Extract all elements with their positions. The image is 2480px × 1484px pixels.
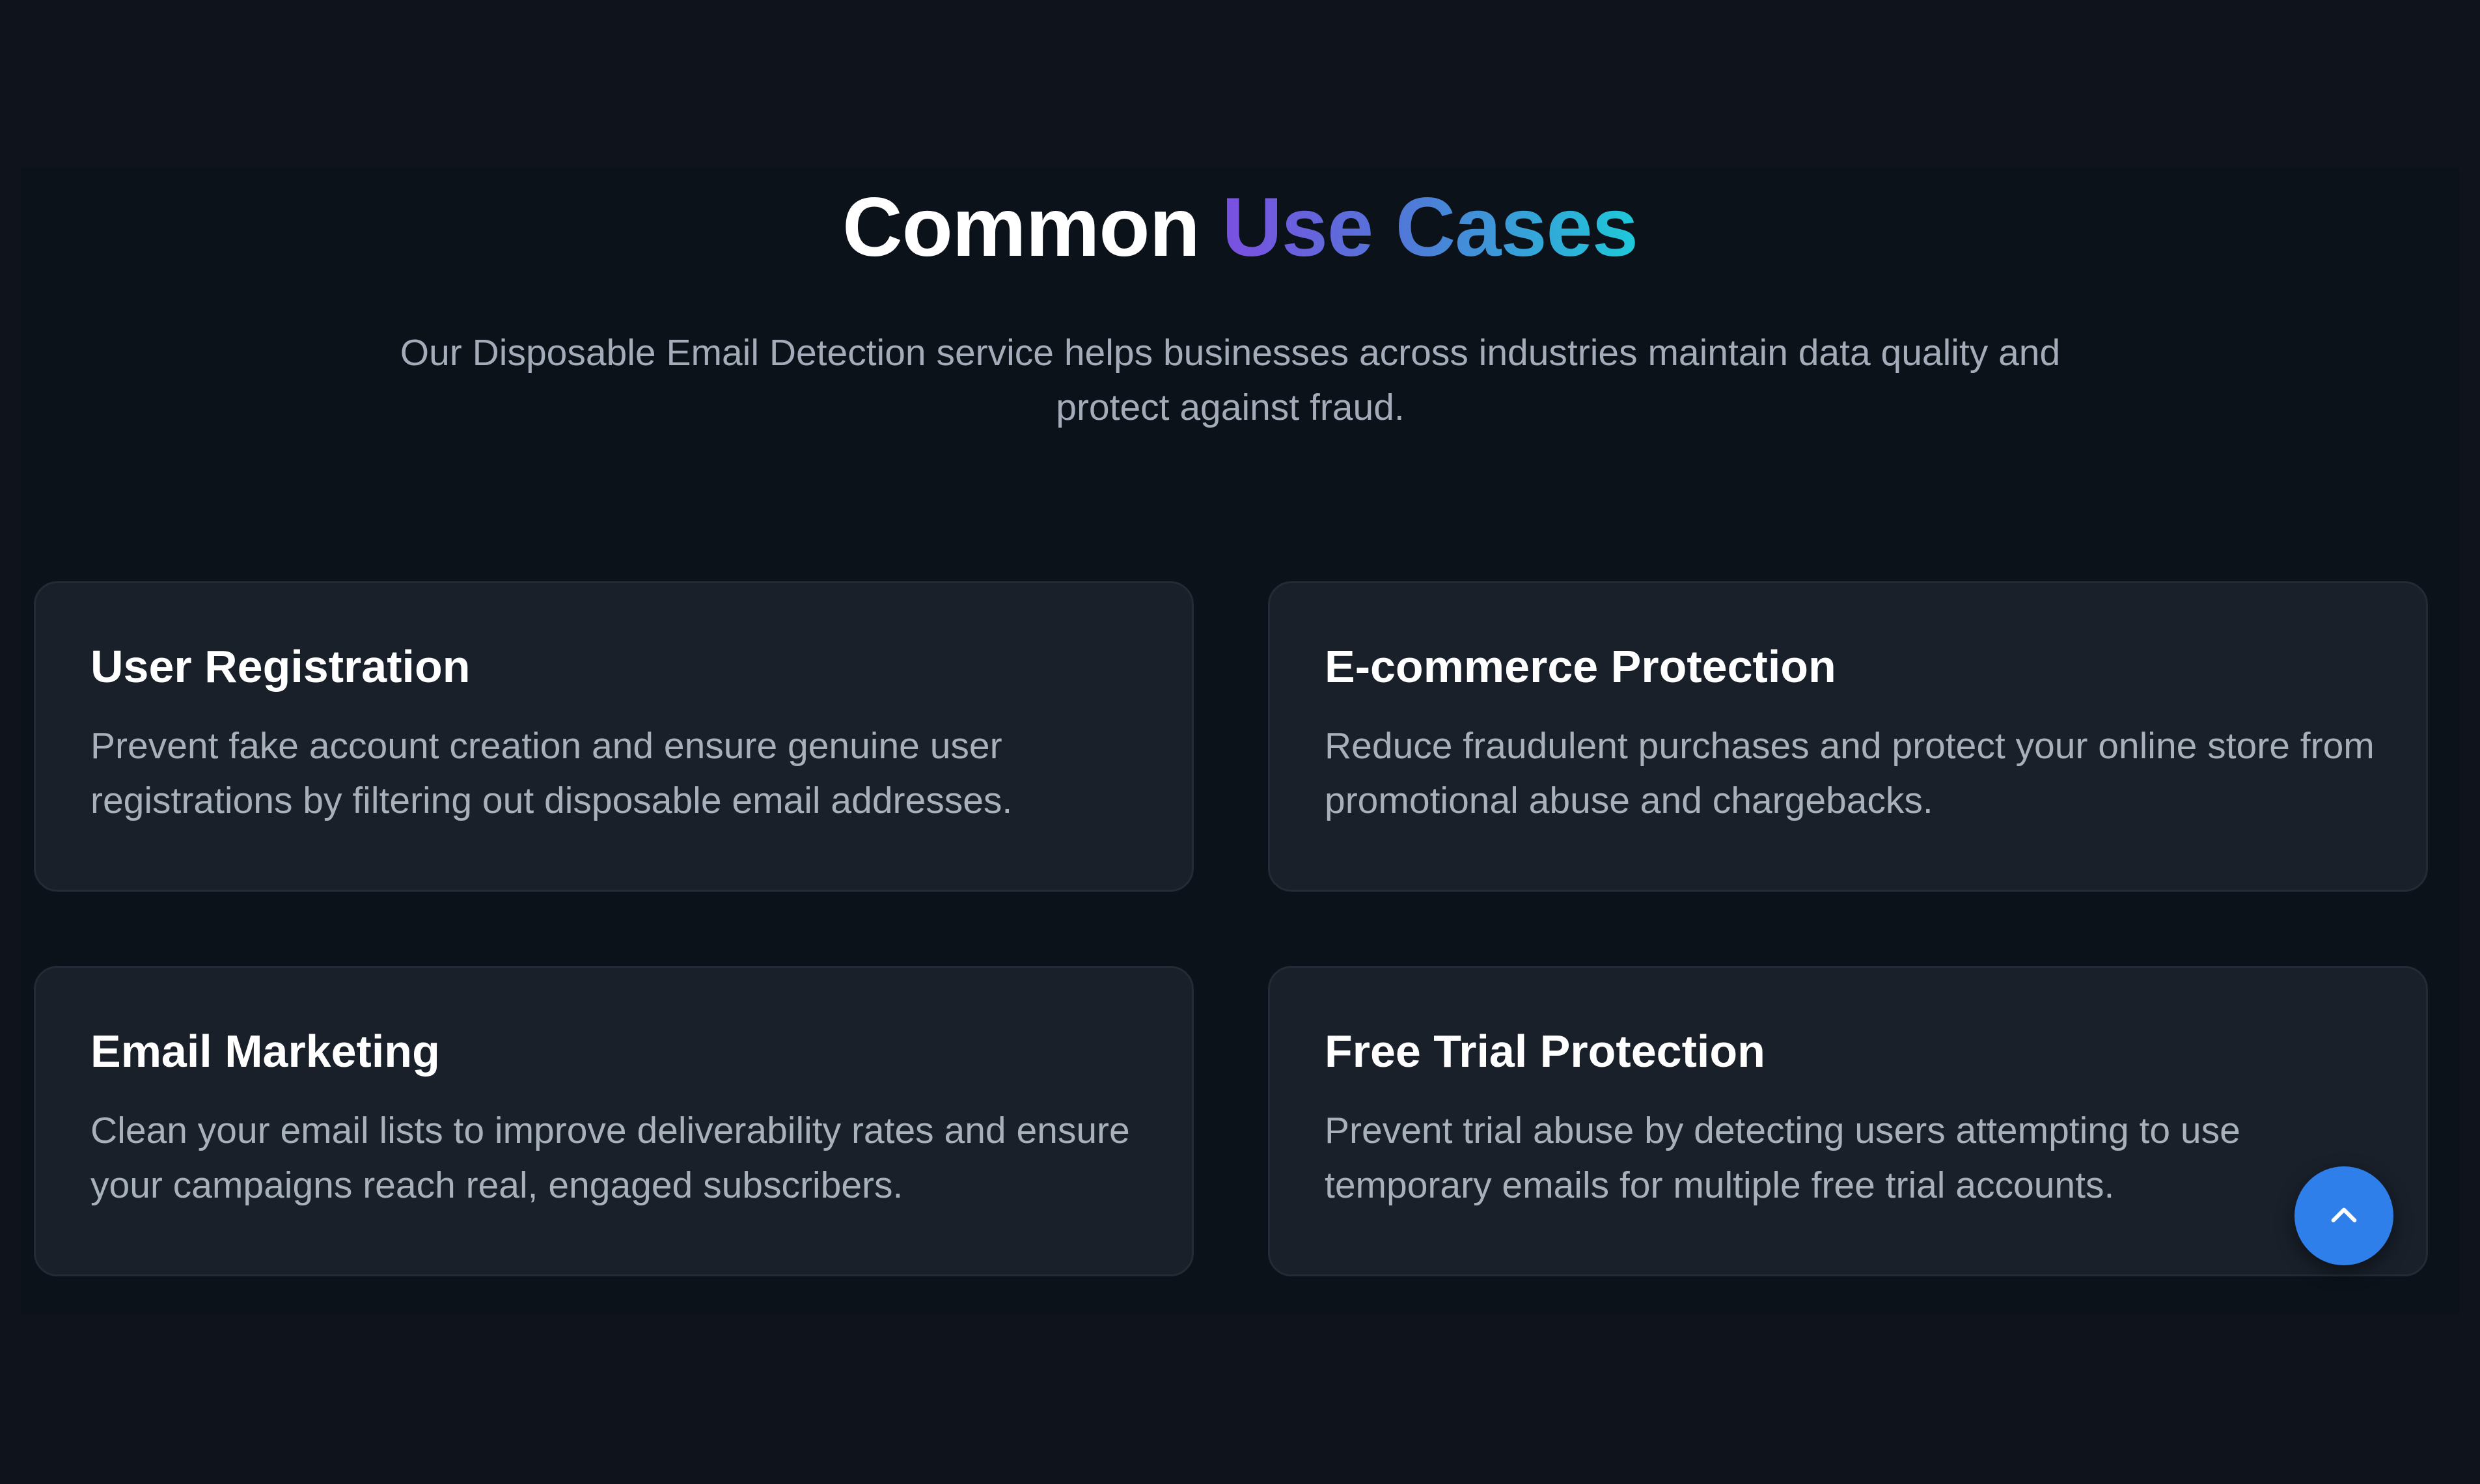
card-description: Clean your email lists to improve delive… (90, 1110, 1130, 1206)
card-title: Free Trial Protection (1325, 1026, 1765, 1077)
section-subtitle: Our Disposable Email Detection service h… (400, 332, 2061, 428)
use-case-card-free-trial-protection: Free Trial Protection Prevent trial abus… (1268, 966, 2428, 1276)
card-description: Prevent trial abuse by detecting users a… (1325, 1110, 2240, 1206)
card-description: Prevent fake account creation and ensure… (90, 725, 1013, 821)
use-case-card-ecommerce-protection: E-commerce Protection Reduce fraudulent … (1268, 581, 2428, 892)
card-title: User Registration (90, 641, 471, 692)
section-heading: Common Use Cases (0, 171, 2480, 285)
card-title: E-commerce Protection (1325, 641, 1836, 692)
use-case-card-user-registration: User Registration Prevent fake account c… (34, 581, 1194, 892)
page: Common Use Cases Our Disposable Email De… (0, 0, 2480, 1484)
chevron-up-icon (2326, 1198, 2362, 1234)
use-case-card-email-marketing: Email Marketing Clean your email lists t… (34, 966, 1194, 1276)
scroll-to-top-button[interactable] (2294, 1166, 2393, 1265)
card-title: Email Marketing (90, 1026, 440, 1077)
heading-text: Common (842, 181, 1222, 274)
heading-highlight: Use Cases (1222, 181, 1638, 274)
card-description: Reduce fraudulent purchases and protect … (1325, 725, 2375, 821)
